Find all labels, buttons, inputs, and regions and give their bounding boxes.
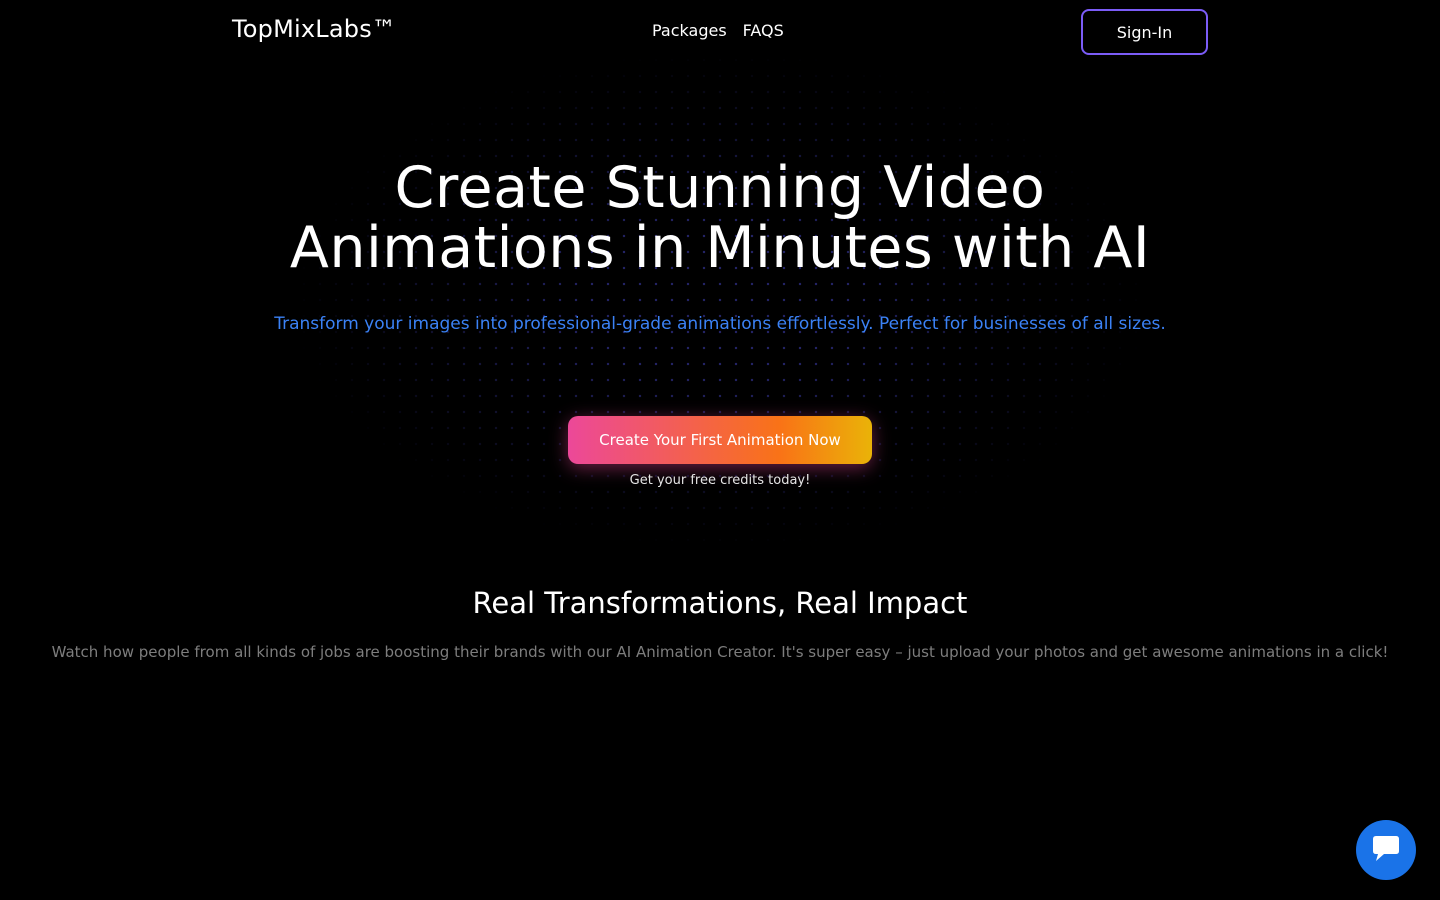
hero-subtitle: Transform your images into professional-… [274, 314, 1166, 334]
main-nav: Packages FAQS [652, 21, 784, 40]
site-header: TopMixLabs™ Packages FAQS Sign-In [0, 0, 1440, 64]
hero-title: Create Stunning Video Animations in Minu… [0, 158, 1440, 278]
create-animation-button[interactable]: Create Your First Animation Now [568, 416, 872, 464]
hero-title-line-1: Create Stunning Video [394, 155, 1046, 221]
nav-link-packages[interactable]: Packages [652, 21, 727, 40]
section-description: Watch how people from all kinds of jobs … [51, 643, 1389, 661]
brand-logo[interactable]: TopMixLabs™ [232, 15, 396, 43]
chat-widget-button[interactable] [1356, 820, 1416, 880]
nav-link-faqs[interactable]: FAQS [743, 21, 784, 40]
landing-page: TopMixLabs™ Packages FAQS Sign-In Create… [0, 0, 1440, 900]
chat-bubble-icon [1371, 835, 1401, 866]
section-title: Real Transformations, Real Impact [472, 586, 968, 620]
hero-title-line-2: Animations in Minutes with AI [289, 215, 1151, 281]
sign-in-button[interactable]: Sign-In [1081, 9, 1208, 55]
free-credits-note: Get your free credits today! [629, 473, 811, 488]
